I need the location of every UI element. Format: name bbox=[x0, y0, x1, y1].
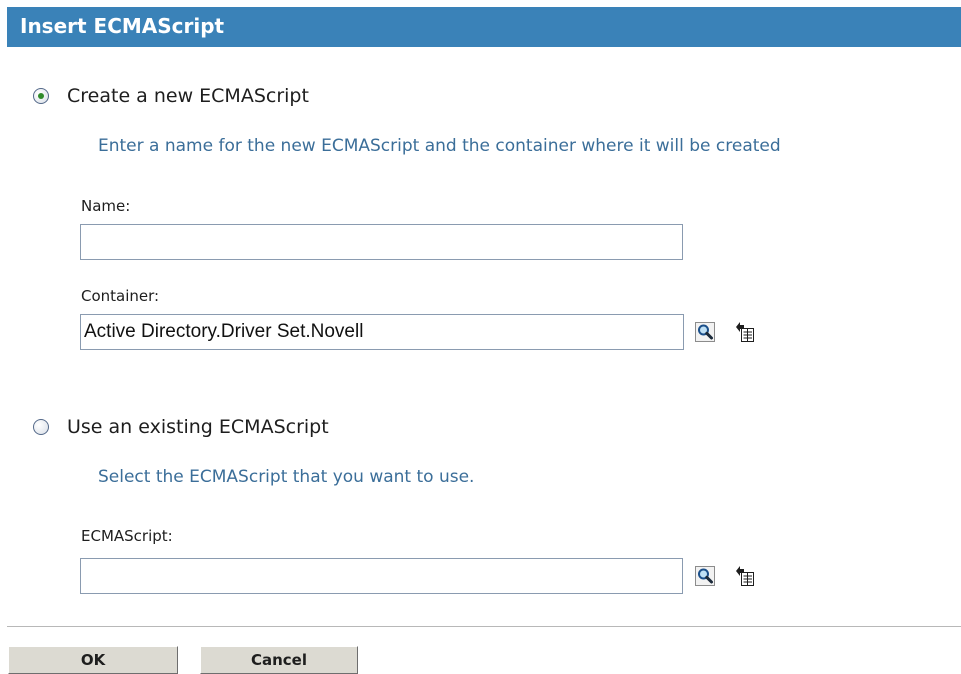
ecmascript-input[interactable] bbox=[80, 558, 683, 594]
create-new-radio[interactable] bbox=[33, 88, 49, 104]
title-bar: Insert ECMAScript bbox=[7, 7, 961, 47]
cancel-button[interactable]: Cancel bbox=[200, 646, 358, 674]
ok-button[interactable]: OK bbox=[8, 646, 178, 674]
button-bar-separator bbox=[7, 626, 961, 627]
container-label: Container: bbox=[81, 287, 160, 305]
name-label: Name: bbox=[81, 197, 131, 215]
container-input[interactable] bbox=[80, 314, 684, 350]
object-history-icon[interactable] bbox=[735, 321, 755, 342]
create-new-hint: Enter a name for the new ECMAScript and … bbox=[98, 136, 781, 156]
use-existing-option[interactable]: Use an existing ECMAScript bbox=[33, 414, 329, 440]
magnifier-search-icon[interactable] bbox=[695, 322, 715, 342]
name-input[interactable] bbox=[80, 224, 683, 260]
create-new-option[interactable]: Create a new ECMAScript bbox=[33, 83, 309, 109]
insert-ecmascript-dialog: Insert ECMAScript Create a new ECMAScrip… bbox=[0, 0, 961, 674]
magnifier-search-icon[interactable] bbox=[695, 566, 715, 586]
use-existing-label: Use an existing ECMAScript bbox=[67, 416, 329, 438]
use-existing-radio[interactable] bbox=[33, 419, 49, 435]
object-history-icon[interactable] bbox=[735, 565, 755, 586]
use-existing-hint: Select the ECMAScript that you want to u… bbox=[98, 467, 475, 487]
create-new-label: Create a new ECMAScript bbox=[67, 85, 309, 107]
dialog-title: Insert ECMAScript bbox=[20, 14, 225, 38]
ecmascript-label: ECMAScript: bbox=[81, 527, 173, 545]
